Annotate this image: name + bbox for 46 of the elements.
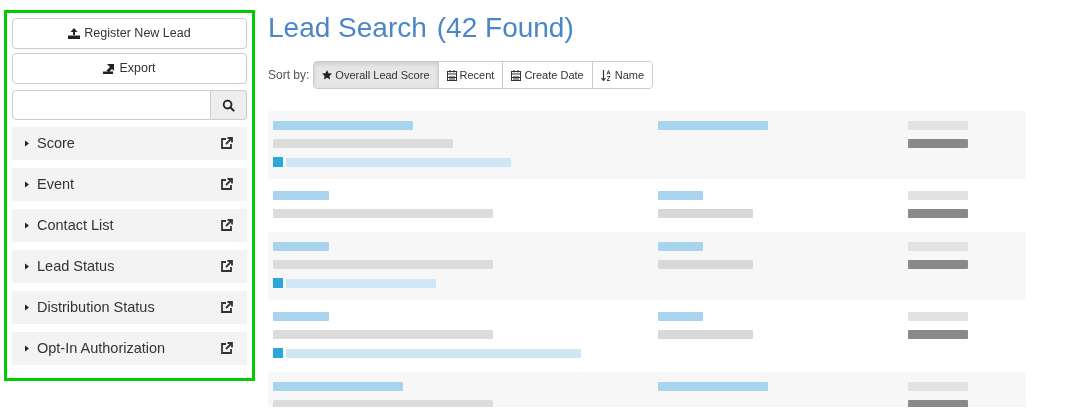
redacted-text	[273, 242, 329, 251]
sort-alpha-icon	[600, 69, 612, 81]
redacted-text	[908, 209, 968, 218]
search-icon	[222, 98, 235, 112]
calendar-icon	[511, 69, 522, 81]
redacted-text	[908, 191, 968, 200]
external-link-icon	[220, 219, 233, 232]
sort-button[interactable]: Overall Lead Score	[314, 62, 438, 88]
search-field[interactable]	[12, 90, 211, 120]
redacted-text	[908, 260, 968, 269]
sort-button[interactable]: Name	[591, 62, 653, 88]
upload-icon	[68, 28, 81, 39]
calendar-icon	[446, 69, 457, 81]
result-row[interactable]	[268, 111, 1026, 181]
action-button[interactable]: Export	[12, 53, 247, 84]
external-link-icon	[220, 342, 233, 355]
filter-item[interactable]: Opt-In Authorization	[12, 332, 247, 365]
external-link-icon	[220, 137, 233, 150]
tag-icon	[273, 278, 283, 288]
tag-icon	[273, 348, 283, 358]
search-button[interactable]	[211, 90, 247, 120]
filter-item[interactable]: Lead Status	[12, 250, 247, 283]
redacted-text	[273, 312, 329, 321]
redacted-text	[658, 312, 703, 321]
external-link-icon	[220, 301, 233, 314]
filter-item[interactable]: Distribution Status	[12, 291, 247, 324]
filter-item[interactable]: Contact List	[12, 209, 247, 242]
redacted-text	[908, 312, 968, 321]
star-icon	[322, 70, 333, 80]
redacted-text	[273, 191, 329, 200]
result-count: (42 Found)	[436, 11, 574, 45]
redacted-text	[908, 139, 968, 148]
redacted-text	[908, 400, 968, 407]
redacted-text	[908, 330, 968, 339]
external-link-icon	[220, 260, 233, 273]
filter-item[interactable]: Score	[12, 127, 247, 160]
result-row[interactable]	[268, 232, 1026, 302]
tag-icon	[273, 157, 283, 167]
sort-label: Sort by:	[268, 67, 310, 84]
action-button[interactable]: Register New Lead	[12, 18, 247, 49]
filter-item[interactable]: Event	[12, 168, 247, 201]
page-title: Lead Search	[268, 11, 427, 45]
export-icon	[103, 63, 116, 74]
redacted-text	[658, 242, 703, 251]
redacted-text	[658, 191, 703, 200]
external-link-icon	[220, 178, 233, 191]
